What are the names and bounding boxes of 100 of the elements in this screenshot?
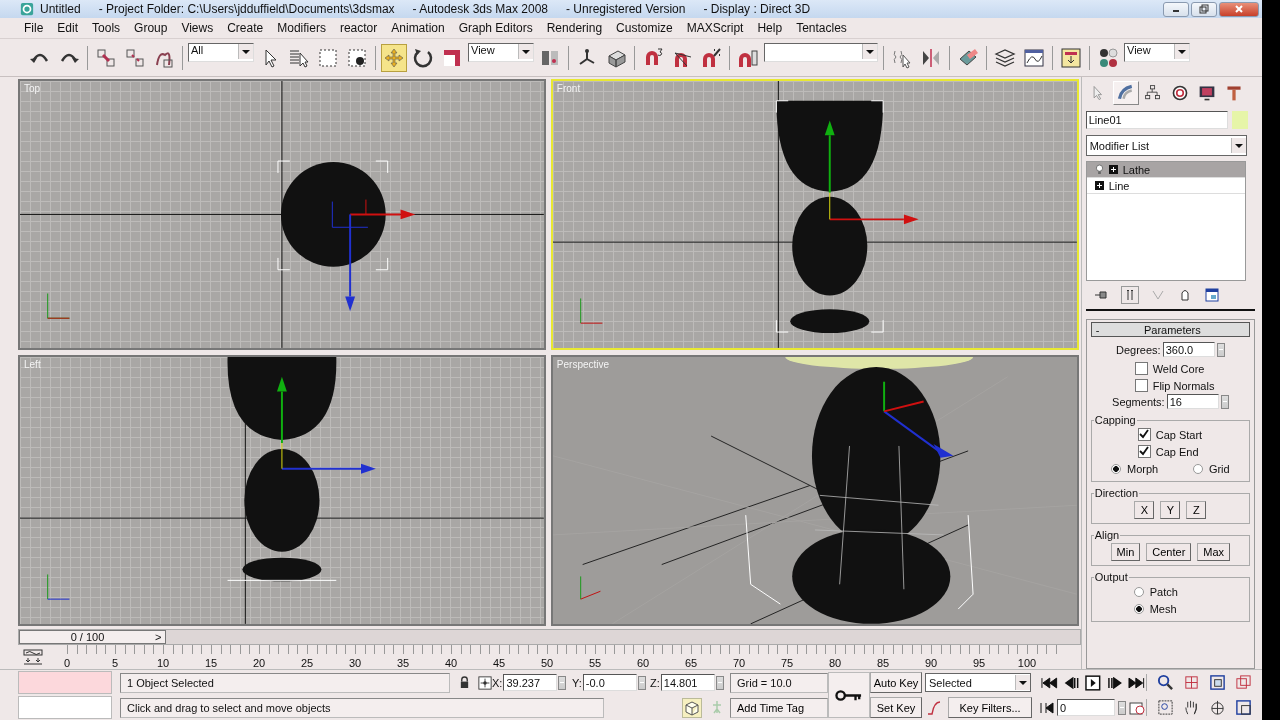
radio-button[interactable] [1133,603,1144,614]
go-to-end-icon[interactable] [1128,676,1146,689]
set-key-mode-button[interactable] [828,672,870,718]
maxscript-output-field[interactable] [18,696,112,719]
checkbox[interactable] [1137,428,1151,441]
menu-item[interactable]: Rendering [546,21,603,35]
spinner-control[interactable] [558,675,567,690]
minimize-button[interactable] [1163,1,1189,17]
mini-curve-editor-icon[interactable] [22,649,44,665]
frame-number: 35 [395,657,411,669]
restore-button[interactable] [1191,1,1217,17]
toolbar-dropdown[interactable]: View [468,43,534,62]
modifier-stack-item[interactable]: Lathe [1086,162,1245,178]
menu-item[interactable]: Animation [391,21,445,35]
axis-button[interactable]: X [1134,501,1155,519]
menu-item[interactable]: reactor [339,21,378,35]
spinner-control[interactable] [1118,700,1126,715]
modifier-stack-item[interactable]: Line [1086,178,1245,194]
checkbox-label: Cap Start [1155,428,1203,441]
align-button[interactable]: Min [1110,543,1141,561]
maxscript-listener-field[interactable] [18,671,112,694]
spinner-control[interactable] [637,675,646,690]
absolute-mode-icon[interactable] [478,675,492,690]
degrees-field[interactable]: 360.0 [1162,342,1215,357]
checkbox[interactable] [1134,379,1148,392]
menu-item[interactable]: Modifiers [277,21,326,35]
rollout-header[interactable]: - Parameters [1090,322,1250,337]
orbit-icon[interactable] [1209,699,1226,716]
set-key-button[interactable]: Set Key [870,697,922,718]
menu-item[interactable]: Tools [92,21,121,35]
configure-sets-icon[interactable] [1203,287,1220,303]
current-frame-field[interactable]: 0 [1057,699,1115,716]
menu-item[interactable]: Help [757,21,783,35]
zoom-icon[interactable] [1157,674,1174,691]
menu-item[interactable]: Views [181,21,214,35]
toolbar-dropdown[interactable]: All [188,43,254,62]
hand-pan-icon[interactable] [1183,699,1200,716]
coordinate-label: X: [492,676,503,689]
group-title: Direction [1093,487,1140,499]
next-frame-button[interactable]: > [155,630,165,643]
lock-icon[interactable] [458,676,470,689]
object-color-swatch[interactable] [1231,111,1248,129]
menu-item[interactable]: Group [134,21,168,35]
radio-button[interactable] [1133,586,1144,597]
play-icon[interactable] [1085,674,1101,691]
align-button[interactable]: Center [1146,543,1192,561]
spinner-control[interactable] [715,675,724,690]
menu-item[interactable]: Create [227,21,264,35]
radio-button[interactable] [1192,463,1203,474]
object-name-field[interactable]: Line01 [1085,111,1228,129]
menu-item[interactable]: MAXScript [686,21,744,35]
auto-key-button[interactable]: Auto Key [870,672,922,693]
radio-label: Grid [1208,462,1230,475]
toolbar-dropdown[interactable] [764,43,878,62]
show-end-result-icon[interactable] [1120,286,1139,304]
expand-plus-icon[interactable] [1094,181,1104,190]
key-mode-toggle-icon[interactable] [1040,701,1054,714]
previous-frame-icon[interactable] [1062,676,1081,689]
field-of-view-icon[interactable] [1157,699,1174,716]
close-button[interactable] [1219,1,1259,17]
cube-icon[interactable] [682,697,702,718]
key-mode-dropdown[interactable]: Selected [925,673,1031,692]
spinner-control[interactable] [1220,394,1229,409]
menu-item[interactable]: Graph Editors [458,21,533,35]
menu-item[interactable]: File [24,21,44,35]
frame-number: 15 [203,657,219,669]
modifier-list-dropdown[interactable]: Modifier List [1085,135,1247,156]
checkbox[interactable] [1137,445,1151,458]
expand-plus-icon[interactable] [1108,165,1118,174]
key-filters-button[interactable]: Key Filters... [948,697,1032,718]
frame-number: 20 [251,657,267,669]
tangent-curve-icon[interactable] [926,699,942,716]
frame-number: 50 [539,657,555,669]
next-frame-icon[interactable] [1105,676,1124,689]
frame-number: 95 [971,657,987,669]
menu-item[interactable]: Edit [57,21,79,35]
z-coordinate-field[interactable]: 14.801 [660,674,715,691]
time-slider-thumb[interactable]: 0 / 100 > [19,629,166,644]
light-bulb-icon[interactable] [1094,164,1104,175]
add-time-tag-button[interactable]: Add Time Tag [730,697,828,718]
radio-button[interactable] [1111,463,1121,474]
segments-field[interactable]: 16 [1166,394,1219,409]
axis-button[interactable]: Z [1186,501,1207,519]
menu-item[interactable]: Tentacles [796,21,847,35]
axis-button[interactable]: Y [1160,501,1181,519]
zoom-extents-icon[interactable] [1209,674,1226,691]
axis-tripod-icon [580,575,601,600]
close-icon [1234,4,1244,14]
maximize-viewport-icon[interactable] [1235,699,1252,716]
go-to-start-icon[interactable] [1040,676,1058,689]
y-coordinate-field[interactable]: -0.0 [582,674,637,691]
zoom-all-icon[interactable] [1183,674,1200,691]
menu-item[interactable]: Customize [616,21,673,35]
checkbox[interactable] [1134,362,1148,375]
align-button[interactable]: Max [1197,543,1231,561]
x-coordinate-field[interactable]: 39.237 [503,674,558,691]
spinner-control[interactable] [1216,342,1225,357]
zoom-extents-all-icon[interactable] [1235,674,1252,691]
toolbar-dropdown[interactable]: View [1124,43,1190,62]
time-configuration-icon[interactable] [1129,699,1145,716]
